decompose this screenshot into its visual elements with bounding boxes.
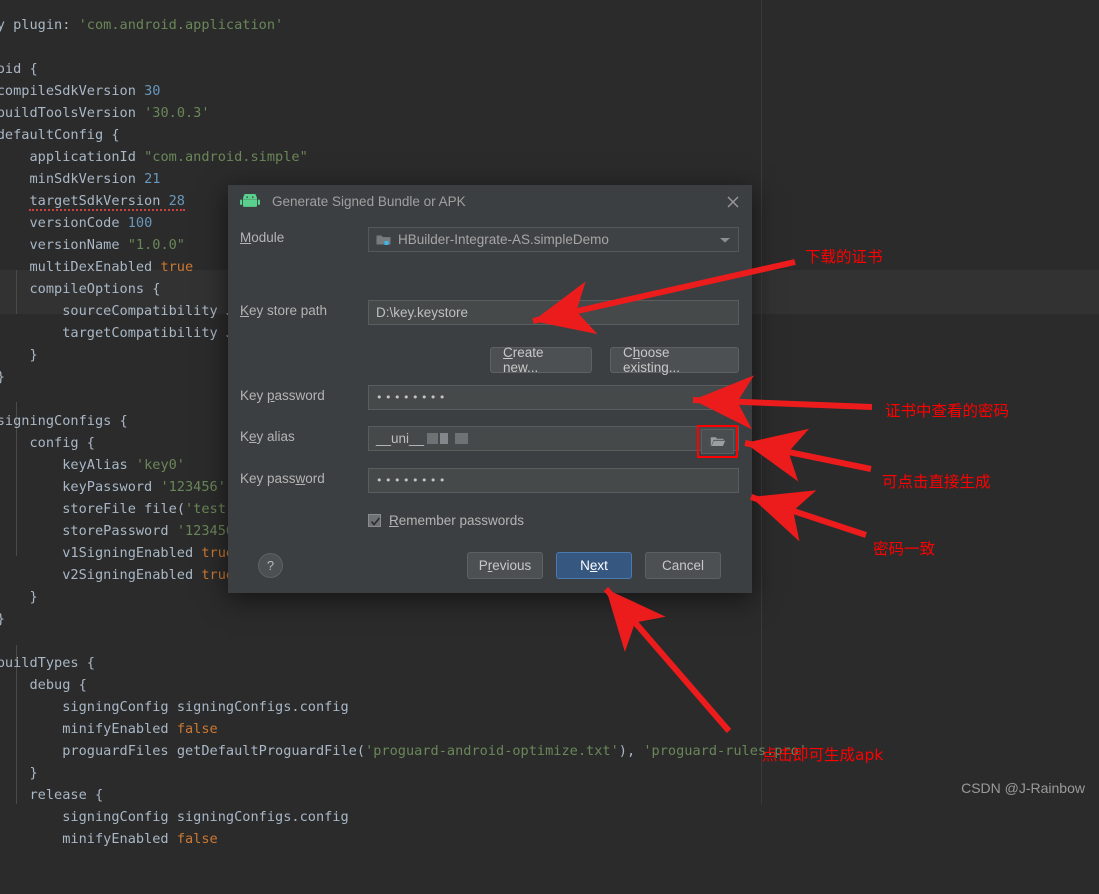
module-value: HBuilder-Integrate-AS.simpleDemo: [398, 232, 609, 247]
module-row: Module: [240, 230, 284, 245]
key-store-path-label: Key store path: [240, 303, 328, 318]
annotation-label-5: 点击即可生成apk: [762, 746, 884, 764]
chevron-down-icon: [720, 237, 730, 242]
dialog-title: Generate Signed Bundle or APK: [272, 193, 466, 209]
module-label: Module: [240, 230, 285, 245]
key-store-password-input[interactable]: ••••••••: [368, 385, 739, 410]
browse-button-highlight-box: [697, 425, 738, 458]
key-password-input[interactable]: ••••••••: [368, 468, 739, 493]
key-store-path-value: D:\key.keystore: [376, 305, 469, 320]
key-store-password-value: ••••••••: [376, 391, 448, 404]
key-alias-label: Key alias: [240, 429, 295, 444]
help-icon[interactable]: ?: [258, 553, 283, 578]
key-store-password-label: Key password: [240, 388, 325, 403]
annotation-label-4: 密码一致: [873, 540, 936, 558]
android-robot-icon: [240, 194, 260, 207]
key-store-password-row: Key password: [240, 388, 325, 403]
module-folder-icon: [376, 235, 391, 245]
annotation-label-2: 证书中查看的密码: [885, 402, 1010, 420]
generate-signed-bundle-dialog: Generate Signed Bundle or APK Module HBu…: [228, 185, 752, 593]
key-password-row: Key password: [240, 471, 325, 486]
key-alias-value: __uni__: [376, 431, 425, 446]
csdn-watermark: CSDN @J-Rainbow: [961, 780, 1085, 796]
key-password-value: ••••••••: [376, 474, 448, 487]
annotation-label-3: 可点击直接生成: [882, 473, 991, 491]
module-select[interactable]: HBuilder-Integrate-AS.simpleDemo: [368, 227, 739, 252]
key-store-path-row: Key store path: [240, 303, 327, 318]
cancel-button[interactable]: Cancel: [645, 552, 721, 579]
key-password-label: Key password: [240, 471, 325, 486]
remember-passwords-label: Remember passwords: [389, 513, 525, 528]
next-button[interactable]: Next: [556, 552, 632, 579]
remember-passwords-checkbox[interactable]: Remember passwords: [368, 513, 524, 528]
key-store-path-input[interactable]: D:\key.keystore: [368, 300, 739, 325]
previous-button[interactable]: Previous: [467, 552, 543, 579]
key-alias-row: Key alias: [240, 429, 295, 444]
create-new-button[interactable]: Create new...: [490, 345, 592, 375]
dialog-titlebar: Generate Signed Bundle or APK: [228, 185, 752, 217]
checkmark-icon[interactable]: [368, 514, 381, 527]
annotation-label-1: 下载的证书: [805, 248, 883, 266]
choose-existing-button[interactable]: Choose existing...: [610, 345, 739, 375]
key-alias-input[interactable]: __uni__: [368, 426, 739, 451]
close-icon[interactable]: [724, 193, 742, 211]
